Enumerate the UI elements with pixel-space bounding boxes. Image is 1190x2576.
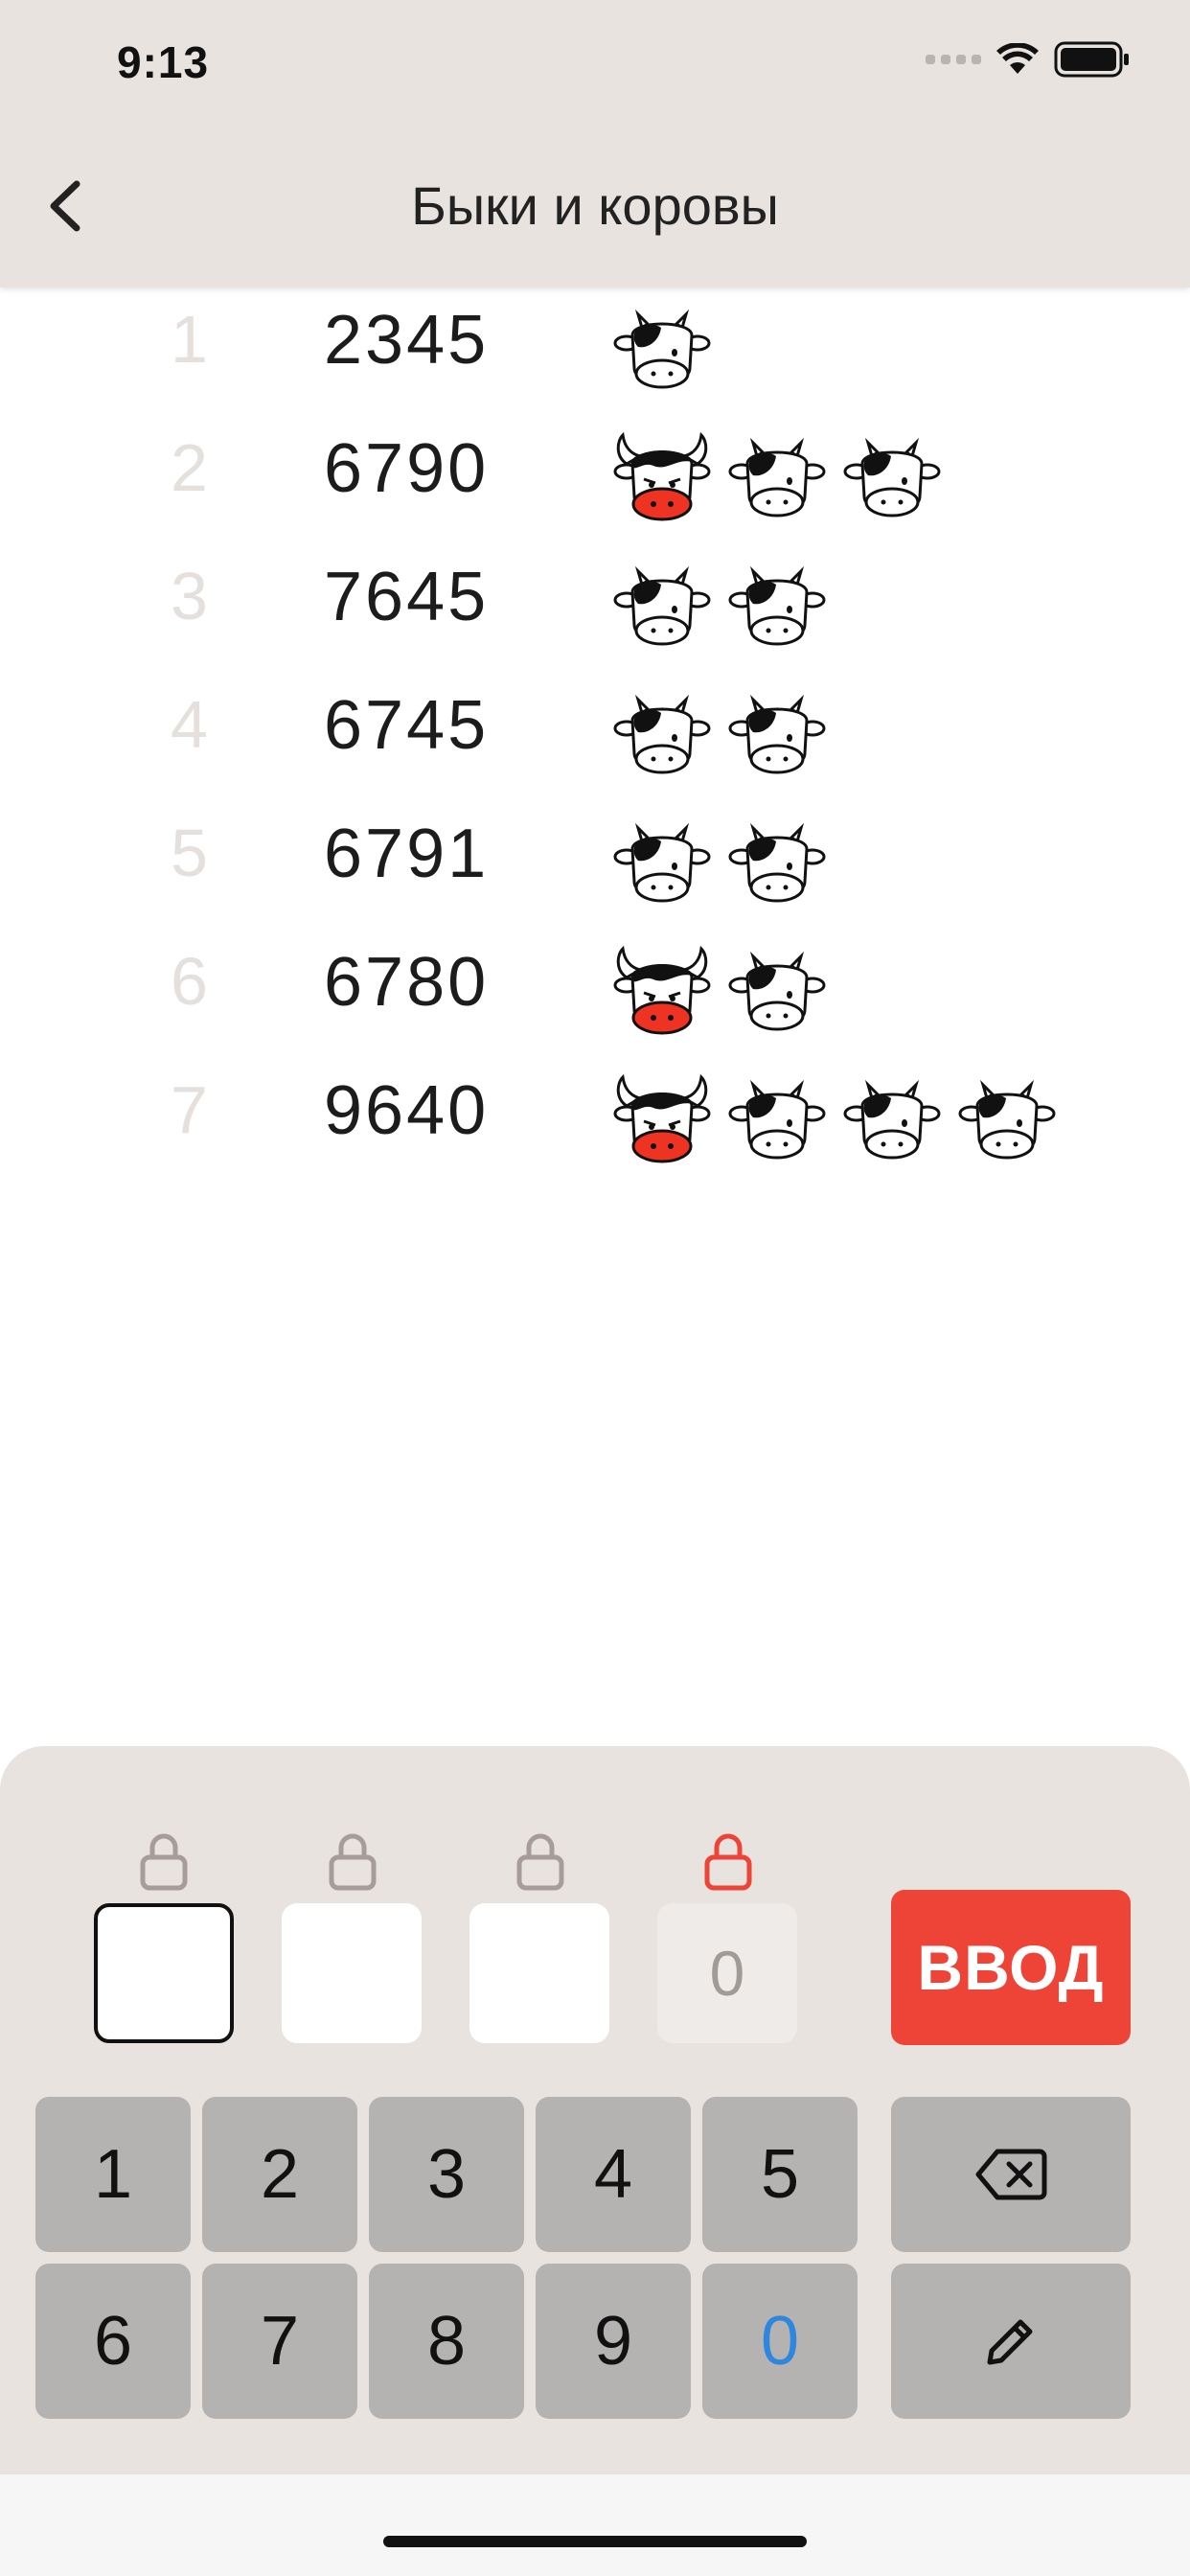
status-time: 9:13 xyxy=(117,37,210,87)
guess-value: 9640 xyxy=(324,1072,490,1149)
cow-face-icon xyxy=(839,427,945,533)
guess-index: 4 xyxy=(171,687,208,762)
cow-face-icon xyxy=(839,1070,945,1175)
guess-row: 4 6745 xyxy=(0,673,1190,801)
guess-value: 6790 xyxy=(324,430,490,507)
guess-index: 6 xyxy=(171,944,208,1019)
result-icons xyxy=(609,801,830,930)
home-indicator[interactable] xyxy=(383,2536,807,2547)
digit-slot-3[interactable] xyxy=(469,1903,609,2043)
guess-row: 6 6780 xyxy=(0,930,1190,1058)
key-2[interactable]: 2 xyxy=(202,2097,357,2252)
guess-row: 5 6791 xyxy=(0,801,1190,930)
cow-face-icon xyxy=(609,556,715,661)
key-5[interactable]: 5 xyxy=(702,2097,858,2252)
guess-row: 7 9640 xyxy=(0,1058,1190,1186)
guess-row: 1 2345 xyxy=(0,288,1190,416)
pencil-icon xyxy=(987,2319,1033,2365)
lock-icon[interactable] xyxy=(326,1830,379,1892)
battery-icon xyxy=(1054,41,1129,78)
bull-face-icon xyxy=(609,1070,715,1175)
guess-value: 2345 xyxy=(324,302,490,379)
guess-row: 2 6790 xyxy=(0,416,1190,544)
cow-face-icon xyxy=(724,941,830,1046)
key-1[interactable]: 1 xyxy=(35,2097,191,2252)
result-icons xyxy=(609,416,945,544)
edit-button[interactable] xyxy=(891,2264,1131,2419)
guess-list: 1 2345 2 6790 3 7645 4 6745 5 6791 6 6780 7 9640 xyxy=(0,288,1190,1186)
guess-value: 7645 xyxy=(324,559,490,635)
cow-face-icon xyxy=(609,684,715,790)
guess-row: 3 7645 xyxy=(0,544,1190,673)
guess-index: 3 xyxy=(171,559,208,633)
key-0[interactable]: 0 xyxy=(702,2264,858,2419)
bull-face-icon xyxy=(609,427,715,533)
cow-face-icon xyxy=(954,1070,1060,1175)
lock-icon[interactable] xyxy=(514,1830,567,1892)
cow-face-icon xyxy=(609,299,715,404)
digit-slot-1[interactable] xyxy=(94,1903,234,2043)
key-8[interactable]: 8 xyxy=(369,2264,524,2419)
key-4[interactable]: 4 xyxy=(536,2097,691,2252)
result-icons xyxy=(609,1058,1060,1186)
guess-value: 6791 xyxy=(324,816,490,892)
status-icons xyxy=(926,40,1131,79)
lock-icon[interactable] xyxy=(701,1830,755,1892)
result-icons xyxy=(609,930,830,1058)
cellular-signal-icon xyxy=(926,55,981,64)
cow-face-icon xyxy=(724,684,830,790)
header: 9:13 Быки и коровы xyxy=(0,0,1190,288)
backspace-button[interactable] xyxy=(891,2097,1131,2252)
lock-icon[interactable] xyxy=(137,1830,191,1892)
digit-slot-2[interactable] xyxy=(282,1903,422,2043)
guess-value: 6780 xyxy=(324,944,490,1021)
key-9[interactable]: 9 xyxy=(536,2264,691,2419)
cow-face-icon xyxy=(724,556,830,661)
result-icons xyxy=(609,544,830,673)
backspace-icon xyxy=(975,2149,1047,2200)
bull-face-icon xyxy=(609,941,715,1046)
cow-face-icon xyxy=(724,1070,830,1175)
guess-index: 2 xyxy=(171,430,208,505)
guess-index: 5 xyxy=(171,816,208,890)
cow-face-icon xyxy=(724,427,830,533)
page-title: Быки и коровы xyxy=(411,175,779,236)
guess-index: 1 xyxy=(171,302,208,377)
wifi-icon xyxy=(996,43,1039,74)
guess-value: 6745 xyxy=(324,687,490,764)
enter-button[interactable]: ВВОД xyxy=(891,1890,1131,2045)
key-6[interactable]: 6 xyxy=(35,2264,191,2419)
cow-face-icon xyxy=(609,813,715,918)
key-7[interactable]: 7 xyxy=(202,2264,357,2419)
result-icons xyxy=(609,673,830,801)
key-3[interactable]: 3 xyxy=(369,2097,524,2252)
guess-index: 7 xyxy=(171,1072,208,1147)
bottom-safe-area xyxy=(0,2474,1190,2576)
digit-slot-4[interactable]: 0 xyxy=(657,1903,797,2043)
cow-face-icon xyxy=(724,813,830,918)
result-icons xyxy=(609,288,715,416)
